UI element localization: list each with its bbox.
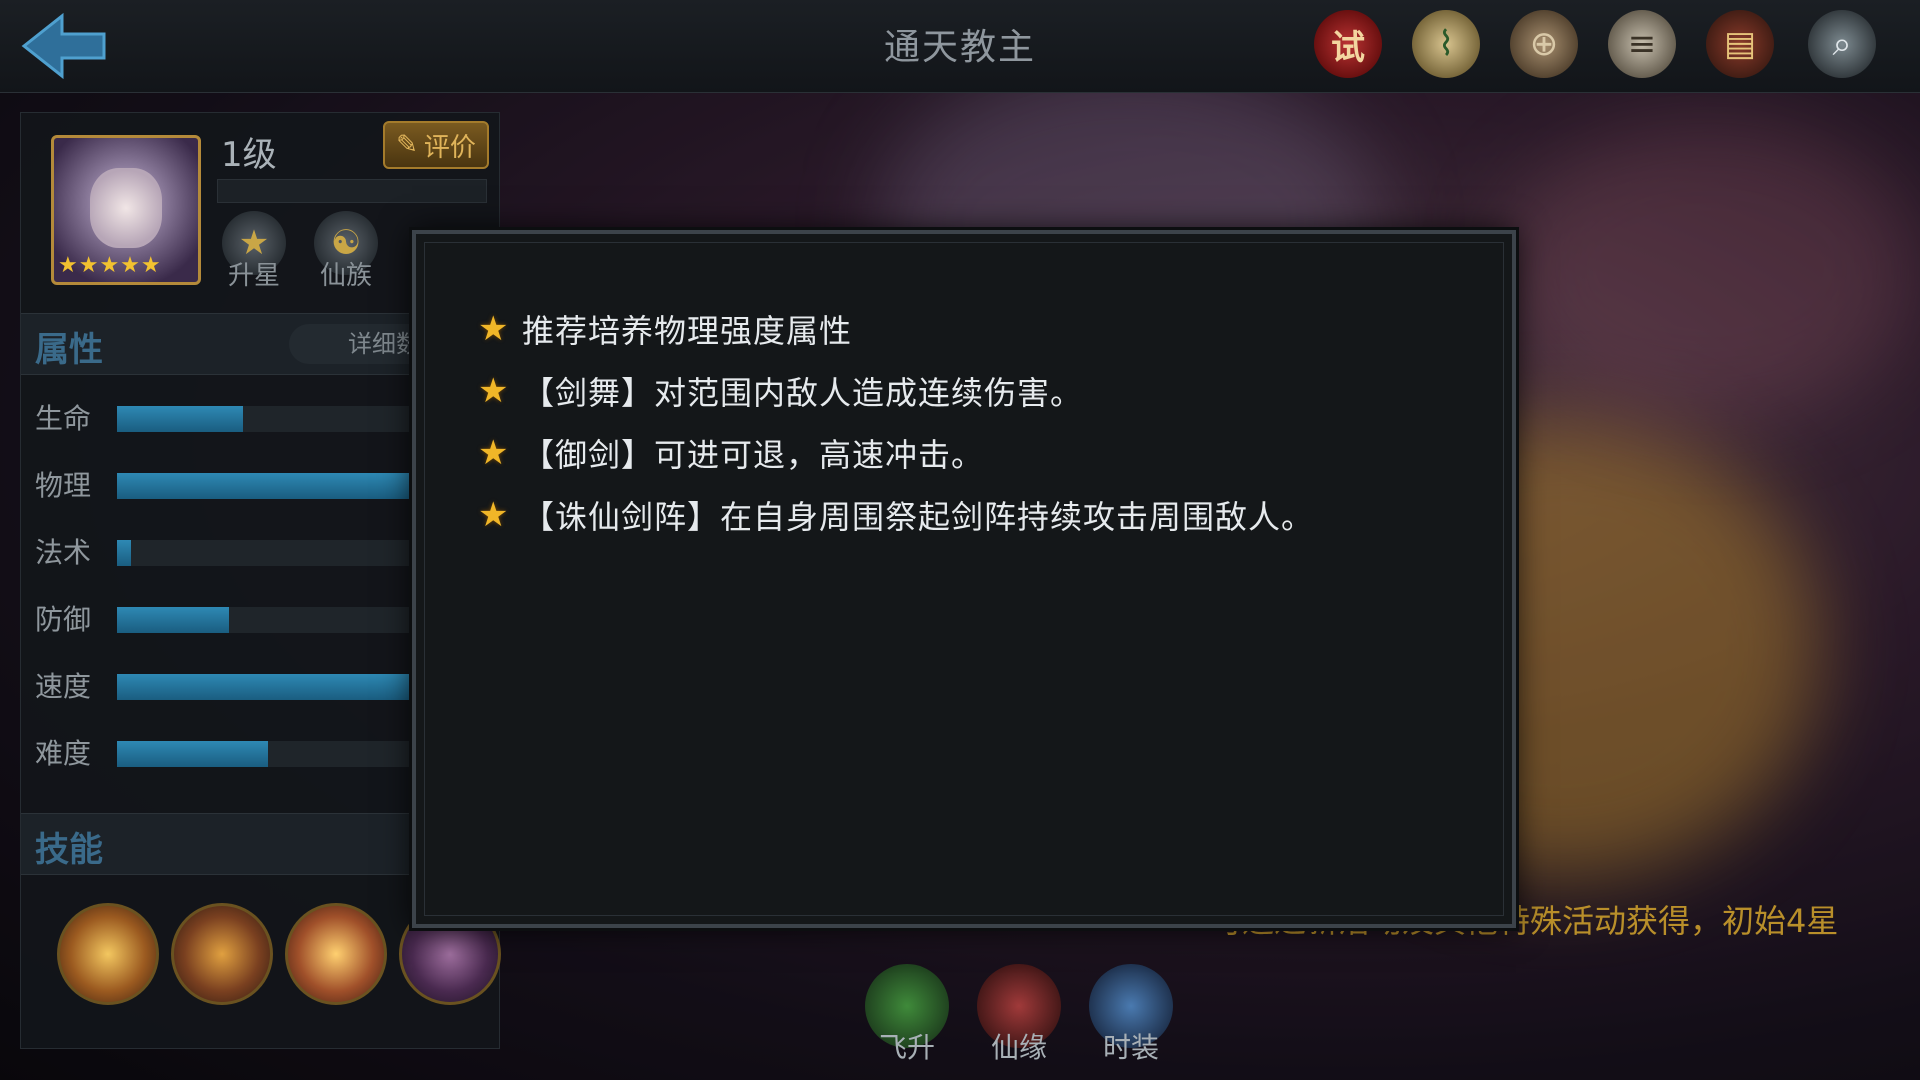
attribute-name: 防御 (35, 603, 92, 636)
attribute-bar-fill (117, 741, 268, 767)
rate-button-label: 评价 (423, 132, 476, 163)
star-up-button[interactable]: ★ 升星 (217, 211, 291, 291)
skills-title: 技能 (35, 830, 103, 870)
top-bar: 通天教主 试 ⌇ ⊕ ≡ ▤ ⌕ (0, 0, 1920, 93)
document-icon[interactable]: ≡ (1608, 10, 1676, 78)
attribute-name: 生命 (35, 402, 92, 435)
magnifier-icon[interactable]: ⌕ (1808, 10, 1876, 78)
attribute-bar-fill (117, 406, 243, 432)
tip-text: 【诛仙剑阵】在自身周围祭起剑阵持续攻击周围敌人。 (522, 498, 1315, 536)
hero-portrait[interactable]: ★★★★★ (51, 135, 201, 285)
hero-face (90, 168, 162, 248)
costume-label: 时装 (1102, 1031, 1159, 1064)
attribute-bar-fill (117, 540, 131, 566)
star-icon: ★ (478, 309, 509, 349)
back-arrow-icon (21, 12, 106, 80)
page-title: 通天教主 (883, 27, 1036, 68)
ascend-label: 飞升 (878, 1031, 935, 1064)
attribute-name: 法术 (35, 536, 92, 569)
tip-text: 【御剑】可进可退，高速冲击。 (522, 436, 985, 474)
hero-level: 1级 (221, 135, 277, 175)
tip-text: 推荐培养物理强度属性 (522, 312, 853, 350)
coin-icon[interactable]: ⊕ (1510, 10, 1578, 78)
tip-item: ★ 推荐培养物理强度属性 (478, 304, 852, 354)
star-up-label: 升星 (227, 261, 280, 291)
trial-seal-icon[interactable]: 试 (1314, 10, 1382, 78)
edit-icon: ✎ (396, 130, 418, 160)
attributes-title: 属性 (35, 330, 103, 370)
tip-text: 【剑舞】对范围内敌人造成连续伤害。 (522, 374, 1084, 412)
clan-button[interactable]: ☯ 仙族 (309, 211, 383, 291)
tip-item: ★ 【诛仙剑阵】在自身周围祭起剑阵持续攻击周围敌人。 (478, 490, 1314, 540)
attribute-bar-fill (117, 607, 229, 633)
clan-label: 仙族 (319, 261, 372, 291)
attribute-name: 速度 (35, 670, 92, 703)
star-icon: ★ (478, 433, 509, 473)
scroll-icon[interactable]: ⌇ (1412, 10, 1480, 78)
fate-label: 仙缘 (990, 1031, 1047, 1064)
skill-icon[interactable] (57, 903, 159, 1005)
tip-item: ★ 【御剑】可进可退，高速冲击。 (478, 428, 984, 478)
hero-star-rating: ★★★★★ (58, 253, 162, 278)
attribute-name: 物理 (35, 469, 92, 502)
attribute-name: 难度 (35, 737, 92, 770)
star-icon: ★ (478, 371, 509, 411)
fate-button[interactable]: 仙缘 (974, 964, 1064, 1064)
rate-button[interactable]: ✎ 评价 (383, 121, 489, 169)
ascend-button[interactable]: 飞升 (862, 964, 952, 1064)
tip-item: ★ 【剑舞】对范围内敌人造成连续伤害。 (478, 366, 1083, 416)
skill-icon[interactable] (171, 903, 273, 1005)
skill-icon[interactable] (285, 903, 387, 1005)
star-icon: ★ (478, 495, 509, 535)
costume-button[interactable]: 时装 (1086, 964, 1176, 1064)
book-icon[interactable]: ▤ (1706, 10, 1774, 78)
back-button[interactable] (18, 10, 110, 82)
tips-dialog[interactable]: ★ 推荐培养物理强度属性 ★ 【剑舞】对范围内敌人造成连续伤害。 ★ 【御剑】可… (412, 230, 1516, 928)
level-bar (217, 179, 487, 203)
